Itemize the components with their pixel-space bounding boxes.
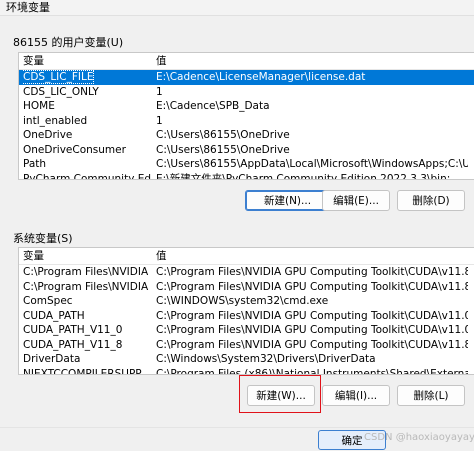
variable-value-cell: 1 — [156, 114, 163, 127]
system-delete-button[interactable]: 删除(L) — [397, 385, 465, 406]
user-variables-label: 86155 的用户变量(U) — [13, 36, 124, 49]
variable-name-cell: C:\Program Files\NVIDIA GP... — [23, 265, 151, 280]
table-row[interactable]: intl_enabled 1 — [19, 114, 474, 129]
user-edit-button[interactable]: 编辑(E)... — [322, 190, 390, 211]
user-variables-list[interactable]: 变量 值 CDS_LIC_FILE E:\Cadence\LicenseManag… — [18, 52, 474, 180]
list-header: 变量 值 — [19, 53, 474, 70]
variable-value-cell: C:\WINDOWS\system32\cmd.exe — [156, 295, 329, 307]
variable-name-text: DriverData — [23, 353, 81, 365]
variable-name-text: CDS_LIC_FILE — [23, 70, 95, 84]
table-row[interactable]: CUDA_PATH_V11_8 C:\Program Files\NVIDIA G… — [19, 338, 474, 353]
variable-name-cell: CUDA_PATH_V11_8 — [23, 338, 151, 353]
variable-name-text: CUDA_PATH_V11_8 — [23, 338, 123, 351]
table-row[interactable]: CDS_LIC_FILE E:\Cadence\LicenseManager\li… — [19, 70, 474, 85]
list-header: 变量 值 — [19, 248, 474, 265]
table-row[interactable]: NIEXTCCOMPILERSUPP C:\Program Files (x86)… — [19, 367, 474, 375]
variable-value-cell: E:\新建文件夹\PyCharm Community Edition 2022.… — [156, 172, 451, 180]
table-row[interactable]: ComSpec C:\WINDOWS\system32\cmd.exe — [19, 294, 474, 309]
variable-value-cell: C:\Windows\System32\Drivers\DriverData — [156, 353, 376, 365]
variable-name-text: intl_enabled — [23, 114, 88, 127]
column-header-variable[interactable]: 变量 — [23, 53, 44, 69]
variable-name-cell: intl_enabled — [23, 114, 151, 129]
variable-name-text: OneDrive — [23, 129, 73, 141]
variable-name-cell: DriverData — [23, 352, 151, 367]
table-row[interactable]: CUDA_PATH_V11_0 C:\Program Files\NVIDIA G… — [19, 323, 474, 338]
variable-value-cell: C:\Program Files\NVIDIA GPU Computing To… — [156, 324, 468, 336]
variable-name-cell: CDS_LIC_ONLY — [23, 85, 151, 100]
variable-name-cell: CUDA_PATH_V11_0 — [23, 323, 151, 338]
variable-name-text: CUDA_PATH_V11_0 — [23, 324, 123, 336]
divider — [0, 427, 474, 428]
variable-name-cell: NIEXTCCOMPILERSUPP — [23, 367, 151, 375]
table-row[interactable]: C:\Program Files\NVIDIA GP... C:\Program … — [19, 265, 474, 280]
title-bar: 环境变量 — [0, 0, 474, 16]
variable-name-cell: Path — [23, 157, 151, 172]
variable-value-cell: C:\Users\86155\AppData\Local\Microsoft\W… — [156, 158, 468, 170]
variable-name-cell: CUDA_PATH — [23, 309, 151, 324]
column-header-value[interactable]: 值 — [156, 53, 167, 69]
watermark-text: CSDN @haoxiaoyayaya — [364, 432, 474, 443]
variable-name-text: Path — [23, 158, 47, 170]
table-row[interactable]: CUDA_PATH C:\Program Files\NVIDIA GPU Com… — [19, 309, 474, 324]
variable-name-text: C:\Program Files\NVIDIA GP... — [23, 280, 151, 293]
variable-name-text: C:\Program Files\NVIDIA GP... — [23, 266, 151, 278]
variable-name-text: OneDriveConsumer — [23, 143, 126, 156]
variable-name-text: HOME — [23, 100, 55, 112]
variable-name-text: ComSpec — [23, 295, 73, 307]
table-row[interactable]: OneDrive C:\Users\86155\OneDrive — [19, 128, 474, 143]
user-delete-button[interactable]: 删除(D) — [397, 190, 465, 211]
variable-value-cell: E:\Cadence\LicenseManager\license.dat — [156, 71, 366, 83]
table-row[interactable]: C:\Program Files\NVIDIA GP... C:\Program … — [19, 280, 474, 295]
highlight-annotation-box — [239, 375, 321, 413]
window-title: 环境变量 — [6, 1, 50, 14]
variable-value-cell: C:\Program Files\NVIDIA GPU Computing To… — [156, 338, 468, 351]
variable-name-cell: HOME — [23, 99, 151, 114]
column-header-value[interactable]: 值 — [156, 248, 167, 264]
variable-value-cell: E:\Cadence\SPB_Data — [156, 100, 270, 112]
variable-name-cell: PyCharm Community Edition — [23, 172, 151, 180]
variable-value-cell: C:\Program Files\NVIDIA GPU Computing To… — [156, 309, 468, 322]
user-new-button[interactable]: 新建(N)... — [245, 190, 330, 211]
variable-value-cell: C:\Users\86155\OneDrive — [156, 143, 290, 156]
variable-name-cell: OneDriveConsumer — [23, 143, 151, 158]
variable-name-cell: CDS_LIC_FILE — [23, 70, 151, 85]
variable-name-cell: OneDrive — [23, 128, 151, 143]
table-row[interactable]: PyCharm Community Edition E:\新建文件夹\PyChar… — [19, 172, 474, 180]
table-row[interactable]: DriverData C:\Windows\System32\Drivers\Dr… — [19, 352, 474, 367]
table-row[interactable]: HOME E:\Cadence\SPB_Data — [19, 99, 474, 114]
variable-name-text: CDS_LIC_ONLY — [23, 85, 99, 98]
system-variables-label: 系统变量(S) — [13, 232, 73, 245]
variable-value-cell: C:\Users\86155\OneDrive — [156, 129, 290, 141]
column-header-variable[interactable]: 变量 — [23, 248, 44, 264]
variable-value-cell: C:\Program Files\NVIDIA GPU Computing To… — [156, 266, 468, 278]
table-row[interactable]: OneDriveConsumer C:\Users\86155\OneDrive — [19, 143, 474, 158]
variable-value-cell: C:\Program Files (x86)\National Instrume… — [156, 367, 468, 375]
variable-name-text: PyCharm Community Edition — [23, 172, 151, 180]
variable-name-text: CUDA_PATH — [23, 309, 85, 322]
variable-value-cell: 1 — [156, 85, 163, 98]
table-row[interactable]: Path C:\Users\86155\AppData\Local\Microso… — [19, 157, 474, 172]
variable-value-cell: C:\Program Files\NVIDIA GPU Computing To… — [156, 280, 468, 293]
variable-name-text: NIEXTCCOMPILERSUPP — [23, 367, 142, 375]
variable-name-cell: C:\Program Files\NVIDIA GP... — [23, 280, 151, 295]
variable-name-cell: ComSpec — [23, 294, 151, 309]
table-row[interactable]: CDS_LIC_ONLY 1 — [19, 85, 474, 100]
system-variables-list[interactable]: 变量 值 C:\Program Files\NVIDIA GP...C:\Pro… — [18, 247, 474, 375]
system-edit-button[interactable]: 编辑(I)... — [322, 385, 390, 406]
